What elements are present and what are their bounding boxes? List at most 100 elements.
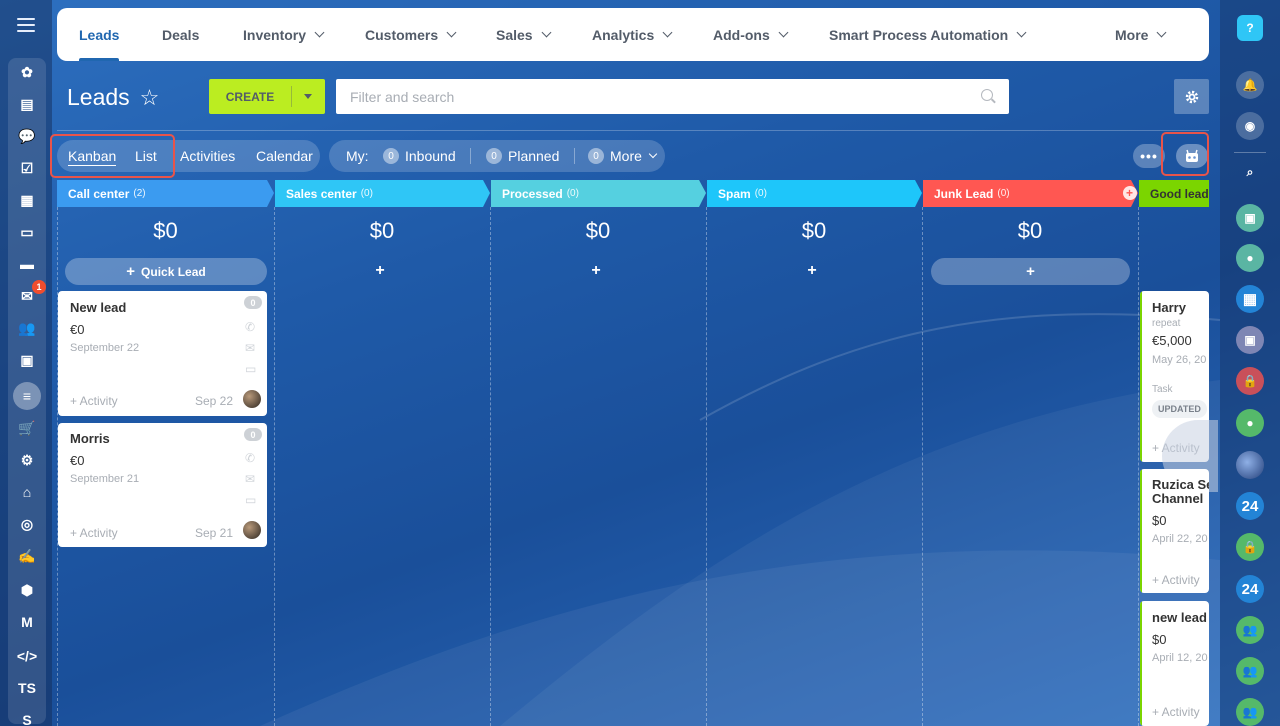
developer-icon[interactable]: </> — [8, 644, 46, 668]
nav-inventory[interactable]: Inventory — [243, 8, 325, 61]
settings-button[interactable] — [1174, 79, 1209, 114]
lead-card-title[interactable]: new lead — [1152, 610, 1207, 625]
shop-icon[interactable]: 🛒 — [8, 416, 46, 440]
lead-card-counter: 0 — [244, 296, 262, 309]
lead-card-title-line2[interactable]: Channel — [1152, 491, 1203, 506]
quick-lead-label: Quick Lead — [141, 264, 206, 279]
group-icon-3[interactable]: 👥 — [1236, 698, 1264, 726]
sites-icon[interactable]: ⌂ — [8, 480, 46, 504]
notifications-icon[interactable]: 🔔 — [1236, 71, 1264, 99]
documents-icon[interactable]: ▭ — [8, 220, 46, 244]
contact-card-icon[interactable]: ▣ — [1236, 204, 1264, 232]
help-icon[interactable]: ? — [1237, 15, 1263, 41]
market-icon[interactable]: M — [8, 610, 46, 634]
create-button[interactable]: CREATE — [209, 79, 325, 114]
lead-card[interactable]: new lead $0 April 12, 20 + Activity — [1140, 601, 1209, 726]
nav-addons[interactable]: Add-ons — [713, 8, 789, 61]
lead-card[interactable]: Morris 0 €0 September 21 ✆ ✉ ▭ + Activit… — [58, 423, 267, 547]
phone-icon[interactable]: ✆ — [245, 320, 259, 334]
search-icon[interactable]: ⌕ — [1236, 158, 1264, 186]
chat-icon[interactable]: ▭ — [245, 493, 259, 507]
user-avatar-icon[interactable]: ● — [1236, 409, 1264, 437]
bitrix24-icon-2[interactable]: 24 — [1236, 575, 1264, 603]
app-ts[interactable]: TS — [8, 676, 46, 700]
lead-card-title[interactable]: Ruzica Sel — [1152, 477, 1209, 492]
view-calendar[interactable]: Calendar — [256, 140, 313, 172]
menu-icon[interactable] — [17, 18, 35, 32]
photo-avatar[interactable] — [1236, 451, 1264, 479]
mail-icon[interactable]: ✉ 1 — [8, 280, 46, 308]
counter-planned[interactable]: 0 Planned — [486, 140, 559, 172]
chat-icon[interactable]: ▭ — [245, 362, 259, 376]
drive-icon[interactable]: ▬ — [8, 252, 46, 276]
add-activity-link[interactable]: + Activity — [1152, 573, 1200, 587]
nav-sales[interactable]: Sales — [496, 8, 552, 61]
automation-icon[interactable]: ⚙ — [8, 448, 46, 472]
calendar-chat-icon[interactable]: ▦ — [1236, 285, 1264, 313]
nav-deals[interactable]: Deals — [162, 8, 199, 61]
avatar[interactable] — [243, 390, 261, 408]
nav-analytics[interactable]: Analytics — [592, 8, 673, 61]
locked-chat-icon[interactable]: 🔒 — [1236, 367, 1264, 395]
lead-card[interactable]: Ruzica Sel Channel $0 April 22, 20 + Act… — [1140, 469, 1209, 593]
inventory-icon[interactable]: ⬢ — [8, 578, 46, 602]
lead-card-title[interactable]: New lead — [70, 300, 126, 315]
app-s[interactable]: S — [8, 708, 46, 726]
nav-leads[interactable]: Leads — [79, 8, 119, 61]
employees-icon[interactable]: 👥 — [8, 316, 46, 340]
counter-inbound[interactable]: 0 Inbound — [383, 140, 456, 172]
activity-stream-icon[interactable]: ✿ — [8, 60, 46, 84]
add-activity-link[interactable]: + Activity — [70, 394, 118, 408]
column-header-junk-lead[interactable]: Junk Lead (0) — [923, 180, 1113, 207]
messenger-icon[interactable]: ◉ — [1236, 112, 1264, 140]
nav-smart-process-automation[interactable]: Smart Process Automation — [829, 8, 1027, 61]
group-icon-1[interactable]: 👥 — [1236, 616, 1264, 644]
tasks-icon[interactable]: ☑ — [8, 156, 46, 180]
phone-icon[interactable]: ✆ — [245, 451, 259, 465]
add-lead-spam[interactable]: + — [802, 262, 822, 280]
chat-icon[interactable]: 💬 — [8, 124, 46, 148]
lead-card-title[interactable]: Harry — [1152, 300, 1186, 315]
column-header-spam[interactable]: Spam (0) — [707, 180, 915, 207]
search-icon[interactable] — [981, 89, 993, 101]
lead-card-title[interactable]: Morris — [70, 431, 110, 446]
column-header-sales-center[interactable]: Sales center (0) — [275, 180, 483, 207]
column-header-good-lead[interactable]: Good lead( — [1139, 180, 1209, 207]
group-icon-2[interactable]: 👥 — [1236, 657, 1264, 685]
column-header-processed[interactable]: Processed (0) — [491, 180, 699, 207]
mail-icon[interactable]: ✉ — [245, 472, 259, 486]
feed-icon[interactable]: ▤ — [8, 92, 46, 116]
contact-chat-icon[interactable]: ▣ — [1236, 326, 1264, 354]
nav-more[interactable]: More — [1115, 8, 1167, 61]
add-stage-icon — [1123, 186, 1137, 200]
avatar[interactable] — [243, 521, 261, 539]
add-lead-sales-center[interactable]: + — [370, 262, 390, 280]
column-header-call-center[interactable]: Call center (2) — [57, 180, 267, 207]
search-input[interactable] — [350, 88, 950, 105]
contact-center-icon[interactable]: ▣ — [8, 348, 46, 372]
calendar-icon[interactable]: ▦ — [8, 188, 46, 212]
mail-icon[interactable]: ✉ — [245, 341, 259, 355]
lead-card-price: €0 — [70, 322, 85, 337]
crm-icon[interactable]: ≡ — [8, 382, 46, 410]
view-activities[interactable]: Activities — [180, 140, 235, 172]
add-activity-link[interactable]: + Activity — [1152, 705, 1200, 719]
bitrix24-icon[interactable]: 24 — [1236, 492, 1264, 520]
group-chat-icon[interactable]: ● — [1236, 244, 1264, 272]
add-lead-junk-lead[interactable]: + — [931, 258, 1130, 285]
add-lead-processed[interactable]: + — [586, 262, 606, 280]
create-dropdown-icon[interactable] — [304, 94, 312, 99]
chevron-down-icon — [446, 27, 457, 38]
lead-card[interactable]: New lead 0 €0 September 22 ✆ ✉ ▭ + Activ… — [58, 291, 267, 416]
counter-more[interactable]: 0 More — [588, 140, 658, 172]
add-activity-link[interactable]: + Activity — [70, 526, 118, 540]
more-count: 0 — [588, 148, 604, 164]
counters-my-label: My: — [346, 148, 369, 164]
planned-count: 0 — [486, 148, 502, 164]
quick-lead-button[interactable]: + Quick Lead — [65, 258, 267, 285]
locked-green-icon[interactable]: 🔒 — [1236, 533, 1264, 561]
star-icon[interactable]: ☆ — [140, 85, 160, 111]
marketing-icon[interactable]: ◎ — [8, 512, 46, 536]
sign-icon[interactable]: ✍ — [8, 544, 46, 568]
nav-customers[interactable]: Customers — [365, 8, 457, 61]
